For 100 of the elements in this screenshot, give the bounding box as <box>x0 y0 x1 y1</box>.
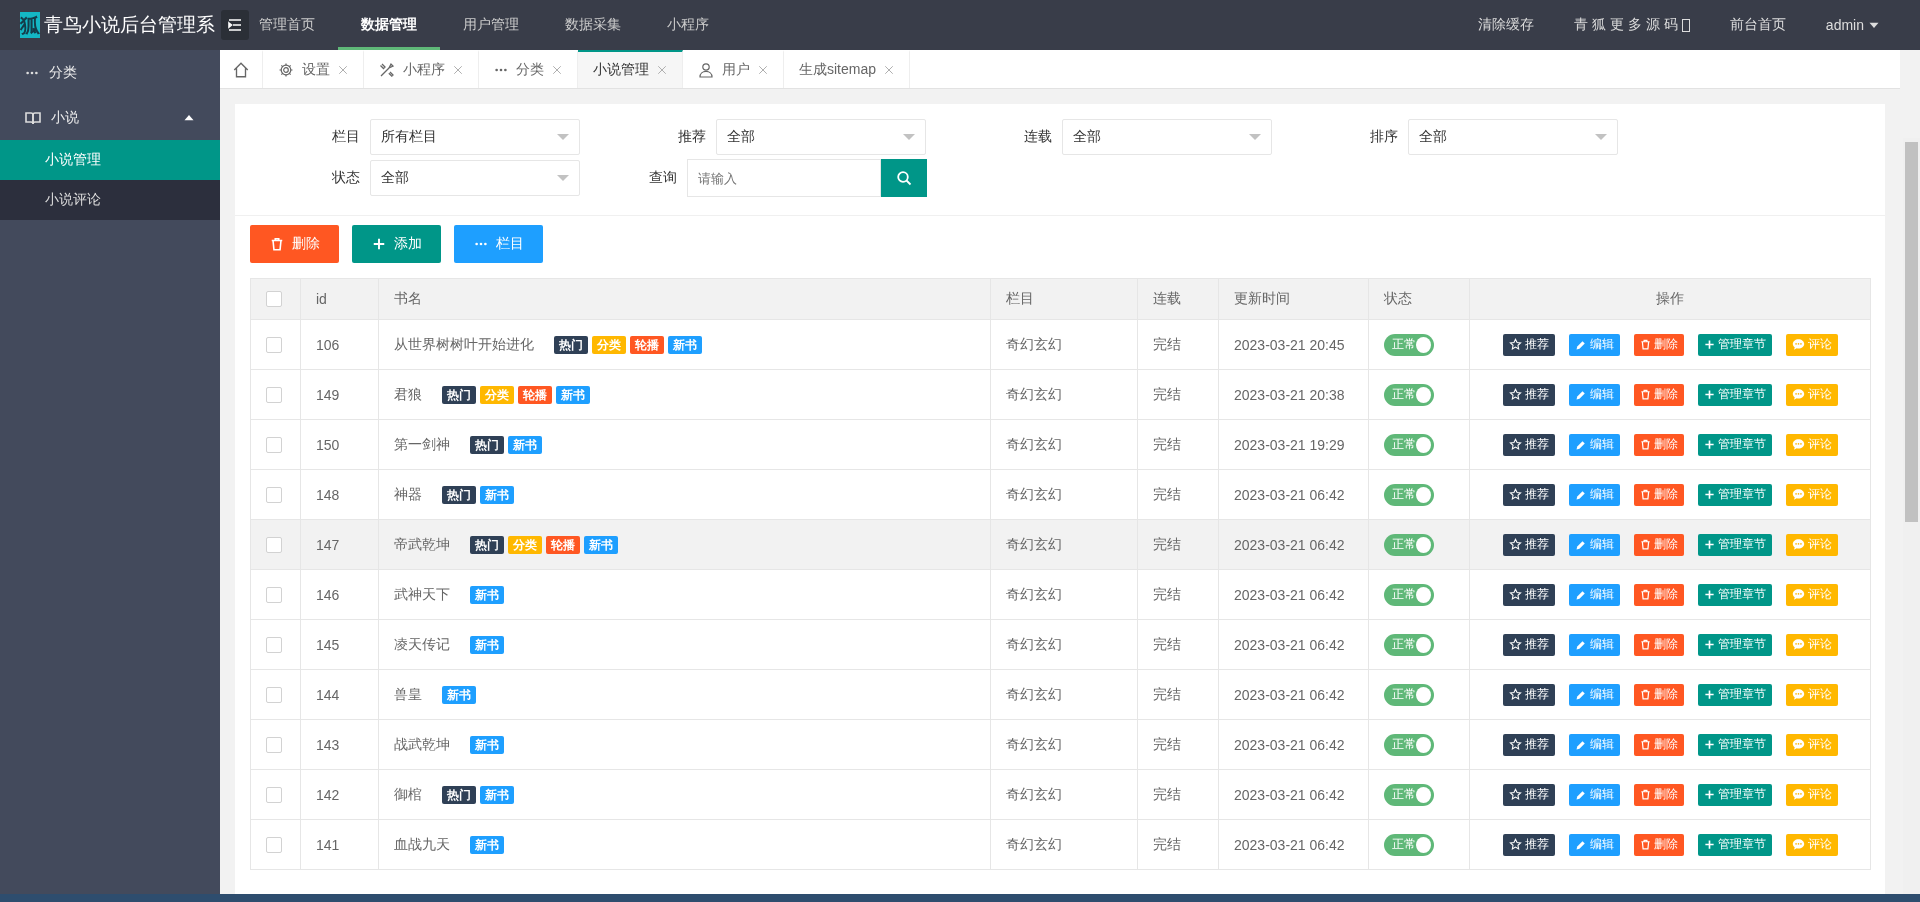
recommend-button[interactable]: 推荐 <box>1502 733 1555 756</box>
delete-button[interactable]: 删除 <box>1633 333 1684 356</box>
chapters-button[interactable]: 管理章节 <box>1697 383 1772 406</box>
delete-button[interactable]: 删除 <box>1633 583 1684 606</box>
nav-item[interactable]: 小程序 <box>644 0 732 50</box>
recommend-button[interactable]: 推荐 <box>1502 333 1555 356</box>
row-checkbox[interactable] <box>266 636 282 653</box>
row-checkbox[interactable] <box>266 536 282 553</box>
recommend-button[interactable]: 推荐 <box>1502 533 1555 556</box>
row-checkbox[interactable] <box>266 686 282 703</box>
delete-button[interactable]: 删除 <box>1633 683 1684 706</box>
filter-select[interactable]: 所有栏目 <box>370 119 580 155</box>
edit-button[interactable]: 编辑 <box>1568 583 1620 606</box>
edit-button[interactable]: 编辑 <box>1568 683 1620 706</box>
chapters-button[interactable]: 管理章节 <box>1697 733 1772 756</box>
status-switch[interactable]: 正常 <box>1384 433 1434 456</box>
column-button[interactable]: 栏目 <box>454 225 543 263</box>
chapters-button[interactable]: 管理章节 <box>1697 483 1772 506</box>
sidebar-item[interactable]: 小说 <box>0 95 220 140</box>
select-all-checkbox[interactable] <box>266 291 282 307</box>
edit-button[interactable]: 编辑 <box>1568 383 1620 406</box>
nav-item[interactable]: 用户管理 <box>440 0 542 50</box>
delete-button[interactable]: 删除 <box>250 225 339 263</box>
delete-button[interactable]: 删除 <box>1633 533 1684 556</box>
recommend-button[interactable]: 推荐 <box>1502 583 1555 606</box>
chapters-button[interactable]: 管理章节 <box>1697 833 1772 856</box>
row-checkbox[interactable] <box>266 336 282 353</box>
search-button[interactable] <box>881 159 927 197</box>
recommend-button[interactable]: 推荐 <box>1502 433 1555 456</box>
tab[interactable]: 小程序 <box>364 50 479 88</box>
recommend-button[interactable]: 推荐 <box>1502 683 1555 706</box>
row-checkbox[interactable] <box>266 586 282 603</box>
nav-item[interactable]: 管理首页 <box>236 0 338 50</box>
edit-button[interactable]: 编辑 <box>1568 733 1620 756</box>
chapters-button[interactable]: 管理章节 <box>1697 783 1772 806</box>
status-switch[interactable]: 正常 <box>1384 333 1434 356</box>
sidebar-subitem[interactable]: 小说评论 <box>0 180 220 220</box>
status-switch[interactable]: 正常 <box>1384 633 1434 656</box>
recommend-button[interactable]: 推荐 <box>1502 483 1555 506</box>
chapters-button[interactable]: 管理章节 <box>1697 333 1772 356</box>
edit-button[interactable]: 编辑 <box>1568 483 1620 506</box>
status-switch[interactable]: 正常 <box>1384 483 1434 506</box>
status-switch[interactable]: 正常 <box>1384 733 1434 756</box>
add-button[interactable]: 添加 <box>352 225 441 263</box>
status-switch[interactable]: 正常 <box>1384 583 1434 606</box>
chapters-button[interactable]: 管理章节 <box>1697 433 1772 456</box>
delete-button[interactable]: 删除 <box>1633 383 1684 406</box>
filter-select[interactable]: 全部 <box>370 160 580 196</box>
delete-button[interactable]: 删除 <box>1633 833 1684 856</box>
recommend-button[interactable]: 推荐 <box>1502 783 1555 806</box>
status-switch[interactable]: 正常 <box>1384 683 1434 706</box>
edit-button[interactable]: 编辑 <box>1568 333 1620 356</box>
chat-icon <box>1791 538 1805 551</box>
tab[interactable]: 生成sitemap <box>784 50 911 88</box>
edit-button[interactable]: 编辑 <box>1568 433 1620 456</box>
serial-status-cell: 完结 <box>1153 785 1181 802</box>
sidebar-subitem[interactable]: 小说管理 <box>0 140 220 180</box>
edit-button[interactable]: 编辑 <box>1568 633 1620 656</box>
tab[interactable]: 小说管理 <box>578 50 683 88</box>
filter-select[interactable]: 全部 <box>1408 119 1618 155</box>
status-switch[interactable]: 正常 <box>1384 383 1434 406</box>
row-checkbox[interactable] <box>266 836 282 853</box>
delete-button[interactable]: 删除 <box>1633 483 1684 506</box>
edit-button[interactable]: 编辑 <box>1568 833 1620 856</box>
tab[interactable]: 用户 <box>683 50 784 88</box>
nav-item[interactable]: 数据采集 <box>542 0 644 50</box>
row-checkbox[interactable] <box>266 736 282 753</box>
chapters-button[interactable]: 管理章节 <box>1697 633 1772 656</box>
status-switch[interactable]: 正常 <box>1384 533 1434 556</box>
row-checkbox[interactable] <box>266 436 282 453</box>
menu-toggle-button[interactable] <box>221 10 249 40</box>
row-checkbox[interactable] <box>266 386 282 403</box>
category-cell: 奇幻玄幻 <box>1006 785 1062 802</box>
delete-button[interactable]: 删除 <box>1633 733 1684 756</box>
delete-button[interactable]: 删除 <box>1633 433 1684 456</box>
header-link[interactable]: 清除缓存 <box>1458 16 1555 34</box>
edit-button[interactable]: 编辑 <box>1568 533 1620 556</box>
delete-button[interactable]: 删除 <box>1633 633 1684 656</box>
chapters-button[interactable]: 管理章节 <box>1697 683 1772 706</box>
tag: 新书 <box>668 335 702 354</box>
delete-button[interactable]: 删除 <box>1633 783 1684 806</box>
chapters-button[interactable]: 管理章节 <box>1697 583 1772 606</box>
header-link[interactable]: 青 狐 更 多 源 码 <box>1574 16 1678 34</box>
chapters-button[interactable]: 管理章节 <box>1697 533 1772 556</box>
search-field[interactable]: 请输入 <box>687 159 881 197</box>
user-menu[interactable]: admin <box>1825 17 1864 33</box>
filter-select[interactable]: 全部 <box>1062 119 1272 155</box>
status-switch[interactable]: 正常 <box>1384 833 1434 856</box>
recommend-button[interactable]: 推荐 <box>1502 633 1555 656</box>
tab[interactable]: 设置 <box>263 50 364 88</box>
row-checkbox[interactable] <box>266 786 282 803</box>
sidebar-item[interactable]: 分类 <box>0 50 220 95</box>
recommend-button[interactable]: 推荐 <box>1502 383 1555 406</box>
filter-select[interactable]: 全部 <box>716 119 926 155</box>
column-header: 更新时间 <box>1234 290 1290 306</box>
edit-button[interactable]: 编辑 <box>1568 783 1620 806</box>
recommend-button[interactable]: 推荐 <box>1502 833 1555 856</box>
header-link[interactable]: 前台首页 <box>1709 16 1806 34</box>
row-checkbox[interactable] <box>266 486 282 503</box>
status-switch[interactable]: 正常 <box>1384 783 1434 806</box>
